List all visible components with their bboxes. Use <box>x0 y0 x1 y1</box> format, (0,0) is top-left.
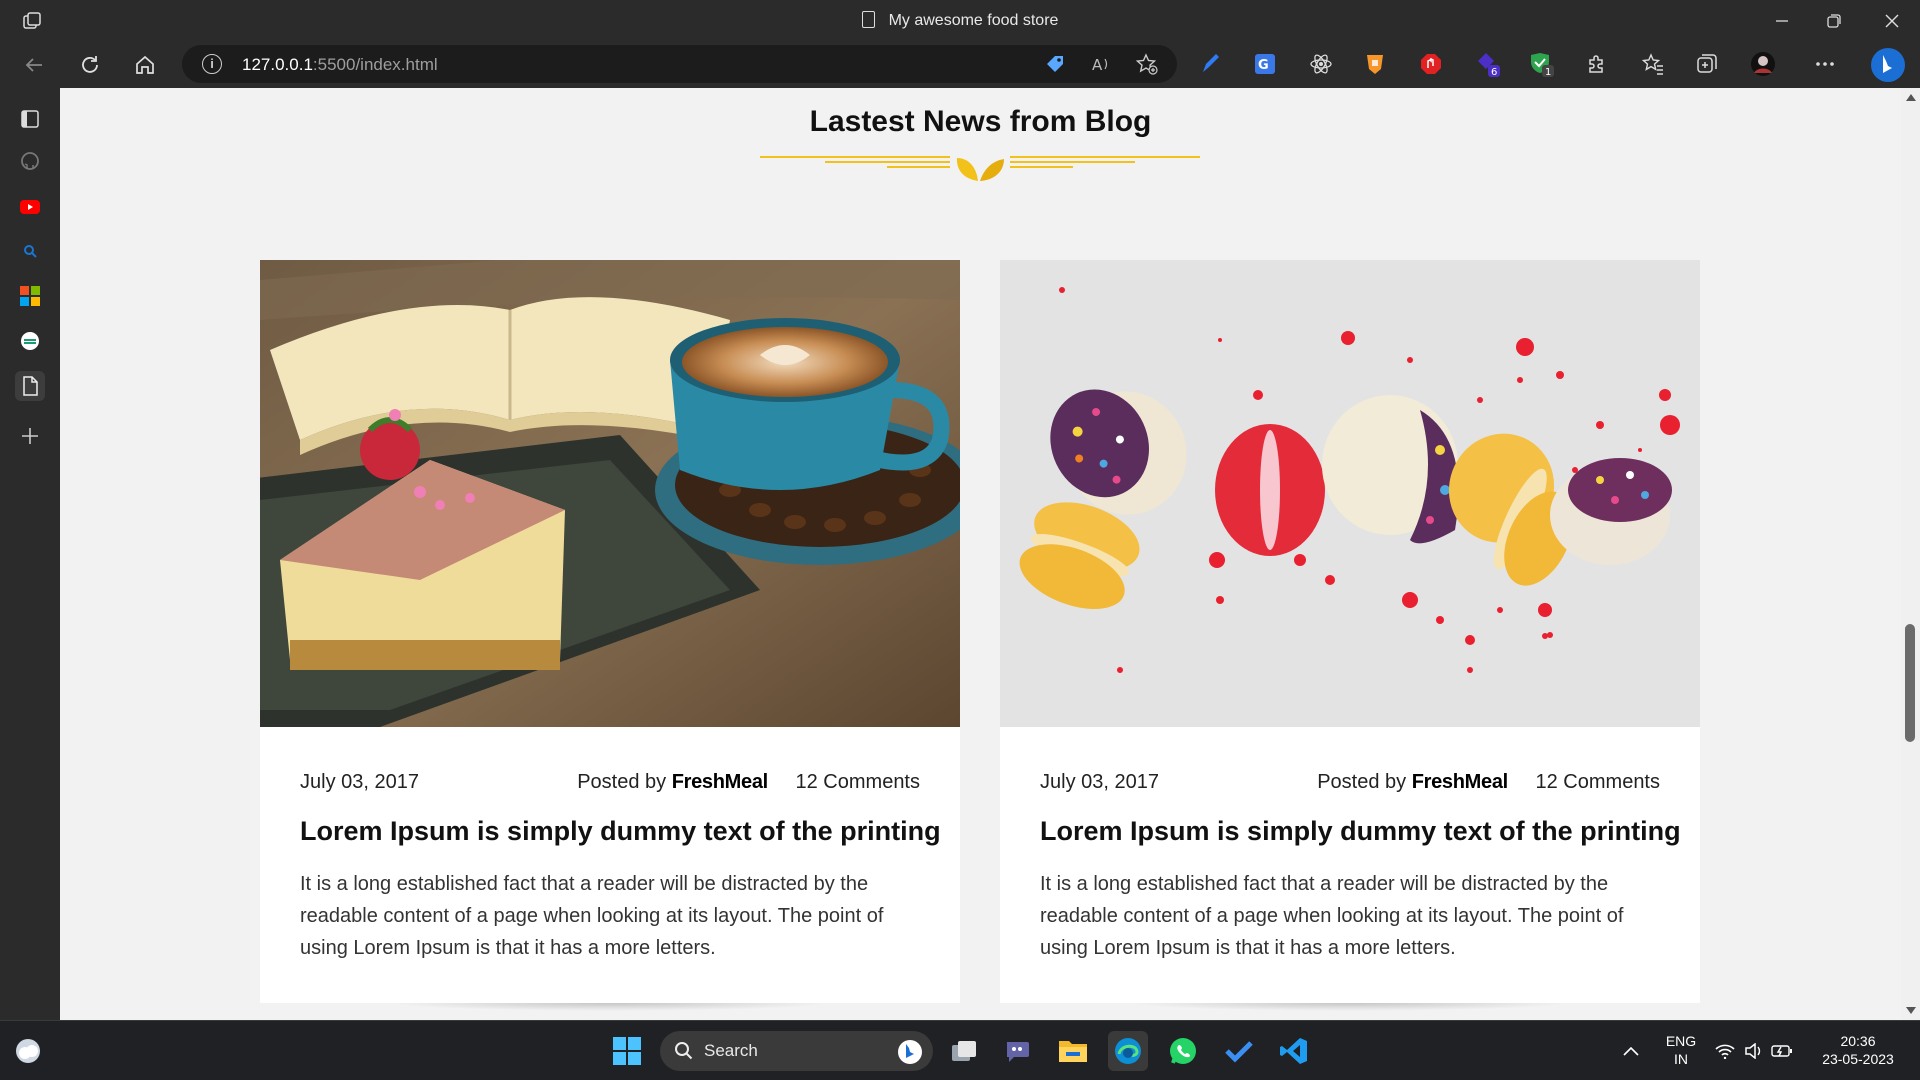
post-comments-link[interactable]: 12 Comments <box>1536 771 1661 793</box>
read-aloud-icon[interactable]: A <box>1090 53 1112 75</box>
post-image-cheesecake-coffee[interactable] <box>260 260 960 727</box>
react-devtools-icon[interactable] <box>1308 51 1334 77</box>
add-favorite-icon[interactable] <box>1136 53 1158 75</box>
window-title-text: My awesome food store <box>888 12 1059 29</box>
shield-extension-icon[interactable]: 1 <box>1528 51 1554 77</box>
address-bar[interactable]: i 127.0.0.1:5500/index.html A <box>182 45 1177 83</box>
purple-badge-text: 6 <box>1491 67 1497 77</box>
battery-icon[interactable] <box>1767 1031 1797 1071</box>
svg-text:G: G <box>1258 58 1269 73</box>
pen-extension-icon[interactable] <box>1198 51 1224 77</box>
extensions-puzzle-icon[interactable] <box>1584 51 1610 77</box>
restore-button[interactable] <box>1806 0 1862 41</box>
bing-copilot-icon[interactable] <box>1870 47 1906 83</box>
scroll-down-arrow-icon[interactable] <box>1906 1007 1916 1014</box>
windows-taskbar: Search ENG IN 20:36 23-05-2023 <box>0 1020 1920 1080</box>
volume-icon[interactable] <box>1739 1031 1769 1071</box>
site-info-icon[interactable]: i <box>202 54 222 74</box>
clock-date: 23-05-2023 <box>1822 1051 1894 1067</box>
edge-browser-icon[interactable] <box>1108 1031 1148 1071</box>
address-url[interactable]: 127.0.0.1:5500/index.html <box>242 55 438 75</box>
post-comments-link[interactable]: 12 Comments <box>796 771 921 793</box>
close-window-button[interactable] <box>1864 0 1920 41</box>
search-icon <box>675 1042 693 1060</box>
refresh-button[interactable] <box>72 47 108 83</box>
page-viewport: Lastest News from Blog July 03, 2017 Pos… <box>60 88 1901 1020</box>
svg-text:A: A <box>1092 56 1103 74</box>
outlook-drop-icon[interactable] <box>15 326 45 356</box>
card-shadow <box>390 1003 830 1011</box>
file-explorer-icon[interactable] <box>1053 1031 1093 1071</box>
taskbar-search-label: Search <box>704 1041 758 1060</box>
post-date: July 03, 2017 <box>1040 771 1159 793</box>
weather-icon[interactable] <box>8 1031 48 1071</box>
youtube-icon[interactable] <box>15 192 45 222</box>
github-icon[interactable] <box>15 146 45 176</box>
post-excerpt: It is a long established fact that a rea… <box>300 873 884 959</box>
home-button[interactable] <box>127 47 163 83</box>
todo-icon[interactable] <box>1219 1031 1259 1071</box>
post-headline[interactable]: Lorem Ipsum is simply dummy text of the … <box>1040 816 1681 847</box>
task-view-icon[interactable] <box>944 1031 984 1071</box>
browser-title-bar: My awesome food store <box>0 0 1920 41</box>
posted-by-label: Posted by <box>577 771 667 793</box>
browser-sidebar <box>0 88 60 1020</box>
translate-extension-icon[interactable]: G <box>1252 51 1278 77</box>
pages-icon[interactable] <box>15 371 45 401</box>
add-sidebar-icon[interactable] <box>15 421 45 451</box>
clock-time: 20:36 <box>1840 1033 1876 1049</box>
page-scrollbar[interactable] <box>1901 88 1920 1020</box>
taskbar-search-box[interactable]: Search <box>660 1031 933 1071</box>
settings-more-icon[interactable] <box>1812 51 1838 77</box>
post-meta: July 03, 2017 Posted by FreshMeal 12 Com… <box>300 771 920 797</box>
post-image-macarons[interactable] <box>1000 260 1700 727</box>
url-path: :5500/index.html <box>312 55 438 74</box>
minimize-button[interactable] <box>1754 0 1810 41</box>
blog-post-card[interactable]: July 03, 2017 Posted by FreshMeal 12 Com… <box>1000 260 1700 1011</box>
favorites-icon[interactable] <box>1640 51 1666 77</box>
vertical-tab-icon[interactable] <box>15 104 45 134</box>
post-byline: Posted by FreshMeal 12 Comments <box>1317 771 1660 794</box>
whatsapp-icon[interactable] <box>1163 1031 1203 1071</box>
document-icon <box>861 11 875 28</box>
post-byline: Posted by FreshMeal 12 Comments <box>577 771 920 794</box>
search-icon[interactable] <box>15 236 45 266</box>
url-host: 127.0.0.1 <box>242 55 313 74</box>
card-shadow <box>1130 1003 1570 1011</box>
wifi-icon[interactable] <box>1710 1031 1740 1071</box>
window-title: My awesome food store <box>0 11 1920 30</box>
teams-chat-icon[interactable] <box>998 1031 1038 1071</box>
microsoft-icon[interactable] <box>15 281 45 311</box>
posted-by-label: Posted by <box>1317 771 1407 793</box>
bing-search-icon[interactable] <box>897 1039 923 1065</box>
brave-lion-extension-icon[interactable] <box>1362 51 1388 77</box>
coupon-tag-icon[interactable] <box>1044 53 1066 75</box>
language-code: ENG <box>1665 1033 1697 1049</box>
purple-gem-extension-icon[interactable]: 6 <box>1474 51 1500 77</box>
browser-toolbar: i 127.0.0.1:5500/index.html A G 6 1 <box>0 41 1920 88</box>
scroll-up-arrow-icon[interactable] <box>1906 94 1916 101</box>
system-clock[interactable]: 20:36 23-05-2023 <box>1808 1032 1908 1068</box>
post-meta: July 03, 2017 Posted by FreshMeal 12 Com… <box>1040 771 1660 797</box>
start-windows-icon[interactable] <box>607 1031 647 1071</box>
language-indicator[interactable]: ENG IN <box>1656 1032 1706 1068</box>
profile-avatar[interactable] <box>1750 51 1776 77</box>
leaf-divider-icon <box>760 156 1200 181</box>
section-title: Lastest News from Blog <box>809 105 1152 138</box>
post-author-link[interactable]: FreshMeal <box>1412 771 1509 793</box>
show-hidden-icons-chevron-icon[interactable] <box>1611 1031 1651 1071</box>
post-excerpt: It is a long established fact that a rea… <box>1040 873 1624 959</box>
post-author-link[interactable]: FreshMeal <box>672 771 769 793</box>
scrollbar-thumb[interactable] <box>1905 624 1915 742</box>
vscode-icon[interactable] <box>1274 1031 1314 1071</box>
shield-badge-text: 1 <box>1545 67 1551 77</box>
adblock-extension-icon[interactable] <box>1418 51 1444 77</box>
back-button[interactable] <box>16 47 52 83</box>
collections-icon[interactable] <box>1694 51 1720 77</box>
blog-post-card[interactable]: July 03, 2017 Posted by FreshMeal 12 Com… <box>260 260 960 1011</box>
post-date: July 03, 2017 <box>300 771 419 793</box>
post-headline[interactable]: Lorem Ipsum is simply dummy text of the … <box>300 816 941 847</box>
language-region: IN <box>1674 1051 1688 1067</box>
